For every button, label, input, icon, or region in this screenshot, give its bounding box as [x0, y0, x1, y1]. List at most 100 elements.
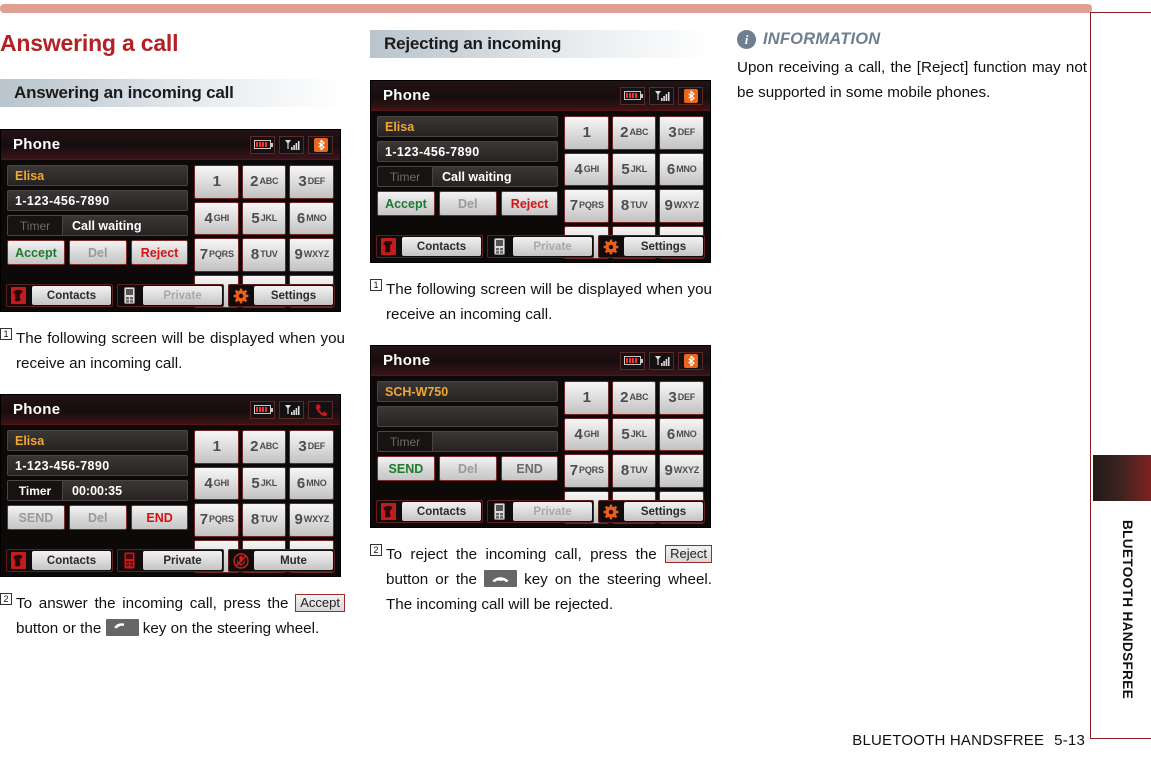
contacts-slot[interactable]: Contacts [376, 500, 483, 523]
keypad-key-4[interactable]: 4 GHI [564, 152, 609, 186]
private-icon [119, 286, 140, 305]
key-letters: MNO [676, 428, 697, 439]
keypad-row: 1 2 ABC 3 DEF [564, 381, 704, 415]
caller-name-field: Elisa [7, 430, 189, 451]
private-icon [119, 551, 140, 570]
contacts-slot[interactable]: Contacts [376, 235, 483, 258]
end-button[interactable]: END [500, 456, 559, 481]
keypad-key-8[interactable]: 8 TUV [241, 503, 287, 537]
keypad-key-1[interactable]: 1 [194, 430, 239, 464]
keypad-key-4[interactable]: 4 GHI [564, 417, 609, 451]
del-button[interactable]: Del [68, 505, 127, 530]
settings-slot[interactable]: Settings [228, 284, 335, 307]
reject-button[interactable]: Reject [130, 240, 189, 265]
private-slot[interactable]: Private [117, 549, 224, 572]
settings-icon [600, 237, 621, 256]
keypad-key-3[interactable]: 3 DEF [659, 116, 704, 150]
keypad-key-5[interactable]: 5 JKL [241, 466, 287, 500]
del-button[interactable]: Del [68, 240, 127, 265]
screen-header: Phone [371, 346, 710, 376]
key-letters: ABC [629, 392, 649, 403]
keypad-key-4[interactable]: 4 GHI [194, 466, 239, 500]
keypad-key-2[interactable]: 2 ABC [611, 381, 657, 415]
phone-screen-incoming-call: Phone Elisa 1-123-456-7890 Timer Call wa… [0, 129, 341, 312]
private-button-label[interactable]: Private [513, 502, 592, 521]
keypad-key-3[interactable]: 3 DEF [289, 165, 334, 199]
key-letters: WXYZ [303, 514, 329, 525]
timer-field: Timer [377, 431, 559, 452]
settings-button-label[interactable]: Settings [254, 286, 333, 305]
private-button-label[interactable]: Private [143, 551, 222, 570]
screen-title: Phone [383, 87, 431, 104]
accept-button[interactable]: Accept [7, 240, 65, 265]
keypad-key-6[interactable]: 6 MNO [289, 201, 334, 235]
caller-number-field: 1-123-456-7890 [7, 190, 189, 211]
keypad-key-7[interactable]: 7 PQRS [194, 238, 239, 272]
timer-label: Timer [378, 167, 433, 186]
keypad-key-6[interactable]: 6 MNO [659, 417, 704, 451]
keypad-key-7[interactable]: 7 PQRS [564, 454, 609, 488]
timer-field: Timer 00:00:35 [7, 480, 189, 501]
reject-button[interactable]: Reject [500, 191, 559, 216]
keypad-row: 1 2 ABC 3 DEF [194, 165, 334, 199]
settings-slot[interactable]: Settings [598, 235, 705, 258]
keypad-key-2[interactable]: 2 ABC [241, 430, 287, 464]
keypad-key-9[interactable]: 9 WXYZ [289, 503, 334, 537]
private-button-label[interactable]: Private [143, 286, 222, 305]
keypad-key-7[interactable]: 7 PQRS [564, 189, 609, 223]
settings-slot[interactable]: Settings [598, 500, 705, 523]
contacts-slot[interactable]: Contacts [6, 549, 113, 572]
caller-number-field: 1-123-456-7890 [377, 141, 559, 162]
settings-button-label[interactable]: Settings [624, 237, 703, 256]
keypad-key-2[interactable]: 2 ABC [241, 165, 287, 199]
keypad-key-5[interactable]: 5 JKL [241, 201, 287, 235]
keypad-key-4[interactable]: 4 GHI [194, 201, 239, 235]
keypad-key-2[interactable]: 2 ABC [611, 116, 657, 150]
keypad-key-1[interactable]: 1 [194, 165, 239, 199]
keypad-key-3[interactable]: 3 DEF [659, 381, 704, 415]
mute-button-label[interactable]: Mute [254, 551, 333, 570]
contacts-button-label[interactable]: Contacts [32, 286, 111, 305]
contacts-button-label[interactable]: Contacts [32, 551, 111, 570]
keypad-key-6[interactable]: 6 MNO [289, 466, 334, 500]
keypad-key-1[interactable]: 1 [564, 116, 609, 150]
keypad-key-6[interactable]: 6 MNO [659, 152, 704, 186]
reject-inline-button[interactable]: Reject [665, 545, 712, 563]
key-digit: 5 [621, 160, 630, 178]
caller-name-field: Elisa [7, 165, 189, 186]
keypad-key-8[interactable]: 8 TUV [611, 189, 657, 223]
settings-button-label[interactable]: Settings [624, 502, 703, 521]
contacts-button-label[interactable]: Contacts [402, 502, 481, 521]
keypad-key-5[interactable]: 5 JKL [611, 417, 657, 451]
keypad-key-7[interactable]: 7 PQRS [194, 503, 239, 537]
keypad-key-9[interactable]: 9 WXYZ [659, 454, 704, 488]
del-button[interactable]: Del [438, 456, 497, 481]
battery-icon [620, 351, 645, 370]
footer-section-label: BLUETOOTH HANDSFREE [852, 732, 1045, 749]
contacts-slot[interactable]: Contacts [6, 284, 113, 307]
keypad-key-1[interactable]: 1 [564, 381, 609, 415]
private-slot[interactable]: Private [487, 235, 594, 258]
keypad-key-9[interactable]: 9 WXYZ [659, 189, 704, 223]
keypad-key-3[interactable]: 3 DEF [289, 430, 334, 464]
mute-slot[interactable]: Mute [228, 549, 335, 572]
end-button[interactable]: END [130, 505, 189, 530]
key-letters: GHI [583, 163, 600, 174]
keypad-key-9[interactable]: 9 WXYZ [289, 238, 334, 272]
private-button-label[interactable]: Private [513, 237, 592, 256]
key-letters: PQRS [579, 200, 604, 211]
keypad-key-8[interactable]: 8 TUV [241, 238, 287, 272]
send-button[interactable]: SEND [377, 456, 435, 481]
key-letters: DEF [677, 392, 696, 403]
accept-button[interactable]: Accept [377, 191, 435, 216]
del-button[interactable]: Del [438, 191, 497, 216]
keypad-key-5[interactable]: 5 JKL [611, 152, 657, 186]
action-button-row: SEND Del END [377, 456, 559, 481]
contacts-button-label[interactable]: Contacts [402, 237, 481, 256]
private-slot[interactable]: Private [487, 500, 594, 523]
send-button[interactable]: SEND [7, 505, 65, 530]
keypad-key-8[interactable]: 8 TUV [611, 454, 657, 488]
accept-inline-button[interactable]: Accept [295, 594, 345, 612]
key-digit: 2 [250, 173, 259, 191]
private-slot[interactable]: Private [117, 284, 224, 307]
